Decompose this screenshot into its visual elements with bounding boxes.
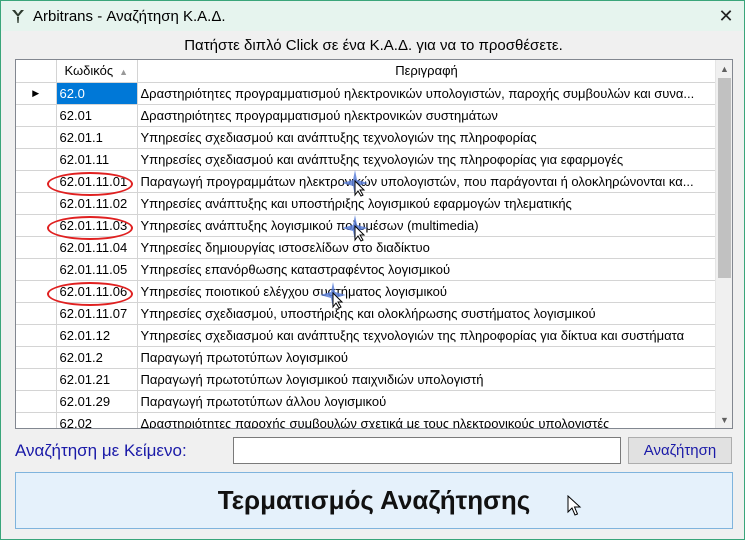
row-header-corner bbox=[16, 60, 57, 83]
column-header-description[interactable]: Περιγραφή bbox=[137, 60, 717, 83]
current-row-marker-icon[interactable]: ▶ bbox=[16, 82, 57, 105]
title-bar: Arbitrans - Αναζήτηση Κ.Α.Δ. ✕ bbox=[1, 1, 744, 31]
click-burst-icon bbox=[342, 215, 368, 242]
search-button[interactable]: Αναζήτηση bbox=[628, 437, 732, 464]
row-header[interactable] bbox=[16, 302, 57, 325]
kad-code-cell[interactable]: 62.01.21 bbox=[56, 368, 138, 391]
table-row[interactable]: 62.01.11.05 Υπηρεσίες επανόρθωσης καταστρ… bbox=[16, 258, 717, 281]
kad-code-cell[interactable]: 62.02 bbox=[56, 412, 138, 428]
row-header[interactable] bbox=[16, 258, 57, 281]
table-row[interactable]: 62.01.29 Παραγωγή πρωτοτύπων άλλου λογισμ… bbox=[16, 390, 717, 413]
kad-description-cell[interactable]: Υπηρεσίες δημιουργίας ιστοσελίδων στο δι… bbox=[137, 236, 717, 259]
row-header[interactable] bbox=[16, 346, 57, 369]
row-header[interactable] bbox=[16, 192, 57, 215]
row-header[interactable] bbox=[16, 324, 57, 347]
scroll-down-icon[interactable]: ▼ bbox=[716, 411, 732, 428]
row-header[interactable] bbox=[16, 148, 57, 171]
sort-ascending-icon: ▲ bbox=[119, 67, 129, 78]
kad-code-cell[interactable]: 62.01.1 bbox=[56, 126, 138, 149]
end-search-button[interactable]: Τερματισμός Αναζήτησης bbox=[15, 472, 733, 529]
arbitrans-logo-icon bbox=[9, 7, 27, 25]
mouse-pointer-icon bbox=[567, 495, 582, 516]
kad-code-cell[interactable]: 62.01.11.05 bbox=[56, 258, 138, 281]
kad-code-cell[interactable]: 62.01.2 bbox=[56, 346, 138, 369]
kad-description-cell[interactable]: Υπηρεσίες σχεδιασμού και ανάπτυξης τεχνο… bbox=[137, 126, 717, 149]
kad-description-cell[interactable]: Υπηρεσίες ανάπτυξης και υποστήριξης λογι… bbox=[137, 192, 717, 215]
table-row[interactable]: 62.01.11 Υπηρεσίες σχεδιασμού και ανάπτυξ… bbox=[16, 148, 717, 171]
table-row[interactable]: 62.01.12 Υπηρεσίες σχεδιασμού και ανάπτυξ… bbox=[16, 324, 717, 347]
instruction-text: Πατήστε διπλό Click σε ένα Κ.Α.Δ. για να… bbox=[184, 37, 563, 54]
scroll-up-icon[interactable]: ▲ bbox=[716, 60, 732, 77]
kad-description-cell[interactable]: Υπηρεσίες σχεδιασμού, υποστήριξης και ολ… bbox=[137, 302, 717, 325]
row-header[interactable] bbox=[16, 412, 57, 428]
search-input[interactable] bbox=[233, 437, 621, 464]
click-burst-icon bbox=[320, 282, 346, 309]
kad-description-cell[interactable]: Παραγωγή πρωτοτύπων άλλου λογισμικού bbox=[137, 390, 717, 413]
table-row[interactable]: 62.02 Δραστηριότητες παροχής συμβουλών σχ… bbox=[16, 412, 717, 428]
row-header[interactable] bbox=[16, 126, 57, 149]
row-header[interactable] bbox=[16, 104, 57, 127]
kad-code-cell[interactable]: 62.01.11 bbox=[56, 148, 138, 171]
kad-code-cell[interactable]: 62.01.29 bbox=[56, 390, 138, 413]
row-header[interactable] bbox=[16, 368, 57, 391]
kad-description-cell[interactable]: Παραγωγή προγραμμάτων ηλεκτρονικών υπολο… bbox=[137, 170, 717, 193]
kad-table: Κωδικός ▲ Περιγραφή ▶ 62.0 Δραστηριότητες π… bbox=[16, 60, 717, 428]
kad-description-cell[interactable]: Υπηρεσίες ανάπτυξης λογισμικού πολυμέσων… bbox=[137, 214, 717, 237]
close-icon[interactable]: ✕ bbox=[714, 4, 738, 28]
kad-code-cell[interactable]: 62.0 bbox=[56, 82, 138, 105]
kad-grid[interactable]: Κωδικός ▲ Περιγραφή ▶ 62.0 Δραστηριότητες π… bbox=[15, 59, 733, 429]
kad-code-cell[interactable]: 62.01.12 bbox=[56, 324, 138, 347]
table-row[interactable]: 62.01.2 Παραγωγή πρωτοτύπων λογισμικού bbox=[16, 346, 717, 369]
table-row[interactable]: 62.01.1 Υπηρεσίες σχεδιασμού και ανάπτυξη… bbox=[16, 126, 717, 149]
row-header[interactable] bbox=[16, 390, 57, 413]
table-row[interactable]: 62.01.11.07 Υπηρεσίες σχεδιασμού, υποστήρ… bbox=[16, 302, 717, 325]
kad-description-cell[interactable]: Δραστηριότητες παροχής συμβουλών σχετικά… bbox=[137, 412, 717, 428]
kad-description-cell[interactable]: Δραστηριότητες προγραμματισμού ηλεκτρονι… bbox=[137, 82, 717, 105]
table-row[interactable]: ▶ 62.0 Δραστηριότητες προγραμματισμού ηλεκ… bbox=[16, 82, 717, 105]
annotation-circle bbox=[47, 282, 133, 306]
dialog-window: Arbitrans - Αναζήτηση Κ.Α.Δ. ✕ Πατήστε δ… bbox=[0, 0, 745, 540]
annotation-circle bbox=[47, 216, 133, 240]
column-header-code[interactable]: Κωδικός ▲ bbox=[56, 60, 138, 83]
kad-description-cell[interactable]: Υπηρεσίες ποιοτικού ελέγχου συστήματος λ… bbox=[137, 280, 717, 303]
click-burst-icon bbox=[342, 170, 368, 197]
table-row[interactable]: 62.01.21 Παραγωγή πρωτοτύπων λογισμικού π… bbox=[16, 368, 717, 391]
annotation-circle bbox=[47, 172, 133, 196]
table-row[interactable]: 62.01 Δραστηριότητες προγραμματισμού ηλεκ… bbox=[16, 104, 717, 127]
kad-description-cell[interactable]: Υπηρεσίες επανόρθωσης καταστραφέντος λογ… bbox=[137, 258, 717, 281]
window-title: Arbitrans - Αναζήτηση Κ.Α.Δ. bbox=[33, 7, 226, 25]
kad-description-cell[interactable]: Δραστηριότητες προγραμματισμού ηλεκτρονι… bbox=[137, 104, 717, 127]
vertical-scrollbar[interactable]: ▲ ▼ bbox=[715, 60, 732, 428]
kad-description-cell[interactable]: Παραγωγή πρωτοτύπων λογισμικού bbox=[137, 346, 717, 369]
row-header[interactable] bbox=[16, 236, 57, 259]
search-label: Αναζήτηση με Κείμενο: bbox=[15, 441, 187, 460]
kad-description-cell[interactable]: Υπηρεσίες σχεδιασμού και ανάπτυξης τεχνο… bbox=[137, 324, 717, 347]
scrollbar-thumb[interactable] bbox=[718, 78, 731, 278]
kad-code-cell[interactable]: 62.01 bbox=[56, 104, 138, 127]
kad-description-cell[interactable]: Υπηρεσίες σχεδιασμού και ανάπτυξης τεχνο… bbox=[137, 148, 717, 171]
kad-description-cell[interactable]: Παραγωγή πρωτοτύπων λογισμικού παιχνιδιώ… bbox=[137, 368, 717, 391]
